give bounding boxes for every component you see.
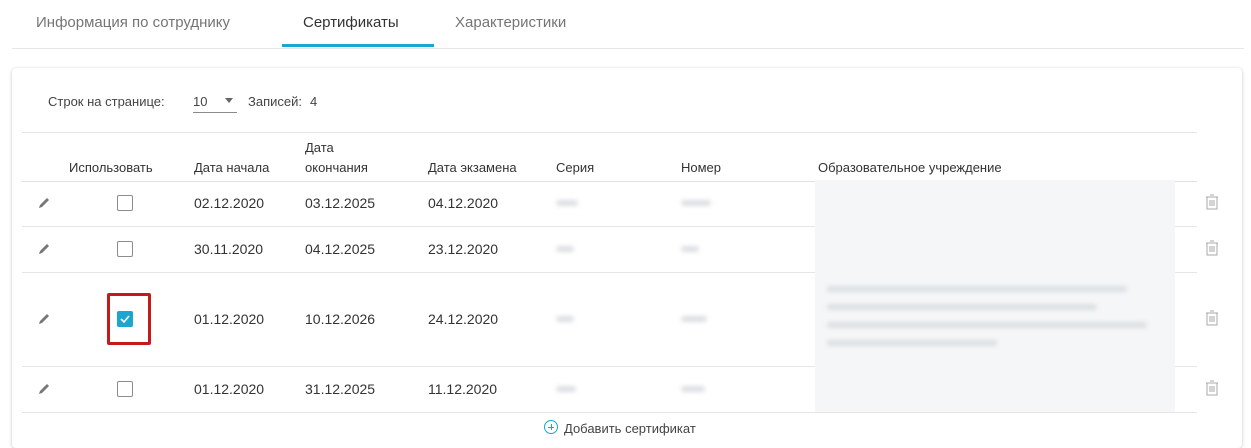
pencil-icon[interactable]	[38, 383, 50, 395]
table-row: 01.12.2020 10.12.2026 24.12.2020	[22, 272, 1218, 367]
rows-per-page-select[interactable]: 10	[193, 92, 237, 113]
start-date-cell: 01.12.2020	[194, 381, 265, 397]
series-redacted	[556, 386, 576, 392]
use-checkbox[interactable]	[117, 241, 133, 257]
use-checkbox[interactable]	[117, 381, 133, 397]
trash-icon[interactable]	[1205, 310, 1219, 326]
header-end-date-line1: Дата	[305, 140, 334, 155]
institution-redacted	[815, 180, 1175, 226]
header-use: Использовать	[69, 160, 153, 175]
trash-icon[interactable]	[1205, 380, 1219, 396]
records-label: Записей:	[248, 94, 302, 109]
end-date-cell: 03.12.2025	[305, 195, 376, 211]
pencil-icon[interactable]	[38, 243, 50, 255]
header-start-date: Дата начала	[194, 160, 270, 175]
rows-per-page-value: 10	[193, 94, 208, 109]
pencil-icon[interactable]	[38, 197, 50, 209]
caret-down-icon	[225, 98, 233, 103]
start-date-cell: 01.12.2020	[194, 311, 265, 327]
check-icon	[120, 315, 130, 324]
add-certificate-label: Добавить сертификат	[564, 421, 696, 436]
header-exam-date: Дата экзамена	[428, 160, 517, 175]
header-institution: Образовательное учреждение	[818, 160, 1002, 175]
number-redacted	[681, 200, 711, 206]
records-count: 4	[310, 94, 318, 109]
series-redacted	[556, 246, 574, 252]
table-row: 01.12.2020 31.12.2025 11.12.2020	[22, 366, 1218, 413]
tab-bar: Информация по сотруднику Сертификаты Хар…	[12, 0, 1244, 49]
start-date-cell: 30.11.2020	[194, 241, 264, 257]
end-date-cell: 10.12.2026	[305, 311, 376, 327]
table-row: 02.12.2020 03.12.2025 04.12.2020	[22, 180, 1218, 227]
trash-icon[interactable]	[1205, 240, 1219, 256]
institution-redacted	[815, 226, 1175, 272]
rows-per-page-label: Строк на странице:	[48, 94, 165, 109]
series-redacted	[556, 200, 578, 206]
tab-employee-info[interactable]: Информация по сотруднику	[36, 14, 230, 31]
table-row: 30.11.2020 04.12.2025 23.12.2020	[22, 226, 1218, 273]
active-tab-indicator	[282, 44, 434, 47]
trash-icon[interactable]	[1205, 194, 1219, 210]
header-number: Номер	[681, 160, 722, 175]
certificates-card: Строк на странице: 10 Записей: 4 Использ…	[12, 68, 1242, 448]
institution-redacted	[815, 272, 1175, 366]
exam-date-cell: 11.12.2020	[428, 381, 498, 397]
number-redacted	[681, 386, 705, 392]
header-series: Серия	[556, 160, 595, 175]
end-date-cell: 04.12.2025	[305, 241, 376, 257]
exam-date-cell: 24.12.2020	[428, 311, 499, 327]
institution-redacted	[815, 366, 1175, 412]
exam-date-cell: 23.12.2020	[428, 241, 499, 257]
start-date-cell: 02.12.2020	[194, 195, 265, 211]
number-redacted	[681, 246, 699, 252]
tab-certificates[interactable]: Сертификаты	[303, 14, 399, 31]
use-checkbox[interactable]	[117, 195, 133, 211]
number-redacted	[681, 316, 707, 322]
plus-circle-icon	[544, 420, 558, 434]
pencil-icon[interactable]	[38, 313, 50, 325]
tab-characteristics[interactable]: Характеристики	[455, 14, 566, 31]
end-date-cell: 31.12.2025	[305, 381, 376, 397]
table-header: Использовать Дата начала Дата окончания …	[22, 132, 1197, 182]
series-redacted	[556, 316, 574, 322]
exam-date-cell: 04.12.2020	[428, 195, 499, 211]
use-checkbox[interactable]	[117, 311, 133, 327]
header-end-date-line2: окончания	[305, 160, 368, 175]
